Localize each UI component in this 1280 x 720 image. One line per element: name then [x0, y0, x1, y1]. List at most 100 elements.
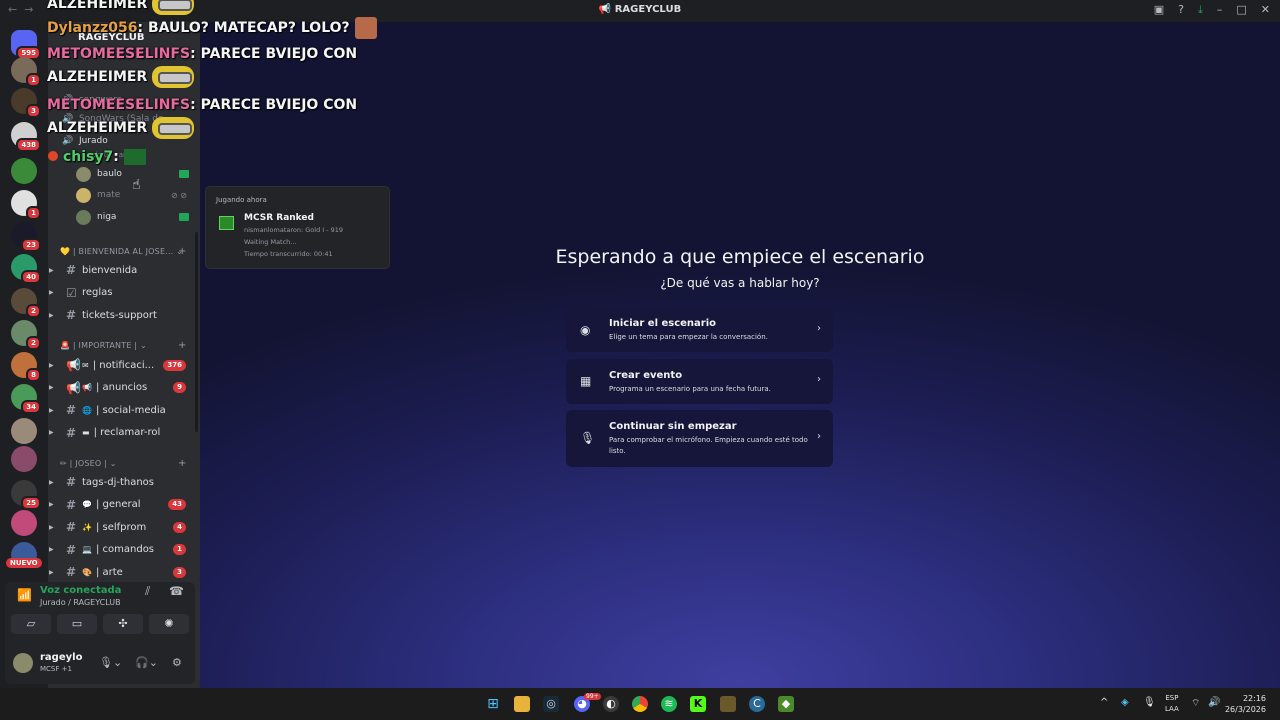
server-icon[interactable]: 25: [11, 480, 41, 510]
server-icon[interactable]: [11, 158, 37, 184]
channel-item[interactable]: ▶ # 💬 | general 43: [48, 495, 194, 515]
server-icon[interactable]: 23: [11, 222, 41, 252]
category-importante[interactable]: 🚨 | IMPORTANTE | ⌄ +: [60, 340, 186, 351]
tray-app-icon[interactable]: ◈: [1121, 697, 1129, 708]
server-icon[interactable]: 34: [11, 384, 41, 414]
voice-connected-channel[interactable]: Jurado / RAGEYCLUB: [40, 598, 121, 607]
chevron-right-icon: ›: [817, 323, 821, 334]
category-bienvenida[interactable]: 💛 | BIENVENIDA AL JOSE... ⌄ +: [60, 246, 186, 257]
wifi-icon[interactable]: ⌔: [1191, 697, 1200, 710]
signal-icon: 📶: [17, 588, 32, 602]
unread-count-badge: 9: [173, 382, 186, 394]
game-detail: nismanlomataron: Gold I - 919: [244, 226, 344, 234]
channel-type-icon: 📢: [66, 358, 81, 372]
server-icon[interactable]: 1: [11, 190, 41, 220]
channel-type-icon: #: [66, 542, 77, 557]
server-icon[interactable]: 438: [11, 122, 41, 152]
file-explorer-icon[interactable]: [514, 696, 530, 712]
category-joseo[interactable]: ✏ | JOSEO | ⌄ +: [60, 458, 186, 469]
channel-item[interactable]: ▶ 📢 📢 | anuncios 9: [48, 378, 194, 398]
minecraft-icon[interactable]: [720, 696, 736, 712]
avatar[interactable]: [13, 653, 33, 673]
channel-emoji-icon: 📢: [82, 383, 92, 393]
voice-user[interactable]: niga: [76, 207, 191, 227]
server-icon[interactable]: 40: [11, 254, 41, 284]
server-icon[interactable]: 2: [11, 320, 41, 350]
server-icon[interactable]: 8: [11, 352, 41, 382]
channel-item[interactable]: ▶ # ▬ | reclamar-rol: [48, 423, 194, 443]
continue-without-starting-button[interactable]: 🎙 Continuar sin empezar Para comprobar e…: [566, 410, 833, 467]
disconnect-icon[interactable]: ☎: [169, 584, 184, 598]
close-button[interactable]: ✕: [1261, 3, 1270, 17]
channel-item[interactable]: ▶ 📢 ✉ | notificaci... 376: [48, 355, 194, 375]
voice-connected-title[interactable]: Voz conectada: [40, 585, 121, 596]
channel-arrow-icon: ▶: [49, 384, 54, 392]
channel-item[interactable]: ▶ # tags-dj-thanos: [48, 472, 194, 492]
server-icon[interactable]: 1: [11, 57, 41, 87]
clock[interactable]: 22:16 26/3/2026: [1225, 693, 1266, 715]
screen-share-icon[interactable]: ▭: [57, 614, 97, 634]
chevron-right-icon: ›: [817, 374, 821, 385]
voice-actions: ▱ ▭ ✣ ✺: [11, 614, 189, 634]
add-channel-icon[interactable]: +: [178, 246, 187, 257]
steam-icon[interactable]: ◎: [543, 696, 559, 712]
sidebar-scrollbar[interactable]: [195, 232, 198, 432]
create-event-button[interactable]: ▦ Crear evento Programa un escenario par…: [566, 359, 833, 404]
server-icon[interactable]: 595: [11, 30, 41, 60]
help-icon[interactable]: ?: [1178, 3, 1184, 17]
channel-item[interactable]: ▶ # 🌐 | social-media: [48, 400, 194, 420]
volume-icon[interactable]: 🔊: [1208, 697, 1220, 708]
chevron-up-icon[interactable]: ^: [1100, 697, 1108, 708]
channel-name: | reclamar-rol: [93, 427, 161, 439]
window-controls: ▣ ? ⤓ – □ ✕: [1154, 3, 1270, 17]
channel-item[interactable]: ▶ # tickets-support: [48, 305, 194, 325]
new-badge: NUEVO: [6, 558, 42, 568]
channel-type-icon: #: [66, 475, 77, 489]
language-indicator[interactable]: ESP LAA: [1165, 693, 1179, 715]
channel-item[interactable]: ▶ # 🎨 | arte 3: [48, 562, 194, 582]
launcher-icon[interactable]: ◆: [778, 696, 794, 712]
obs-icon[interactable]: ◐: [603, 696, 619, 712]
channel-item[interactable]: ▶ # 💻 | comandos 1: [48, 540, 194, 560]
server-icon[interactable]: 2: [11, 288, 41, 318]
download-icon[interactable]: ⤓: [1198, 3, 1203, 17]
inbox-icon[interactable]: ▣: [1154, 3, 1164, 17]
server-badge: 34: [21, 400, 41, 414]
minimize-button[interactable]: –: [1217, 3, 1223, 17]
channel-item[interactable]: ▶ # bienvenida: [48, 260, 194, 280]
stage-area: Esperando a que empiece el escenario ¿De…: [200, 22, 1280, 688]
microphone-icon[interactable]: 🎙: [1143, 697, 1156, 708]
channel-emoji-icon: ✨: [82, 522, 92, 532]
channel-arrow-icon: ▶: [49, 289, 54, 297]
headphones-icon[interactable]: 🎧⌄: [135, 656, 158, 669]
mouse-cursor-icon: ☝: [132, 177, 141, 193]
channel-type-icon: #: [66, 403, 77, 418]
gear-icon[interactable]: ⚙: [172, 656, 182, 669]
add-channel-icon[interactable]: +: [178, 340, 187, 351]
app-icon[interactable]: C: [749, 696, 765, 712]
spotify-icon[interactable]: ≋: [661, 696, 677, 712]
maximize-button[interactable]: □: [1236, 3, 1246, 17]
server-icon[interactable]: [11, 418, 37, 444]
windows-start-icon[interactable]: ⊞: [485, 696, 501, 712]
microphone-icon[interactable]: 🎙⌄: [99, 656, 122, 669]
chrome-icon[interactable]: [632, 696, 648, 712]
server-badge: 2: [26, 336, 41, 350]
server-icon[interactable]: [11, 510, 37, 536]
soundboard-icon[interactable]: ✺: [149, 614, 189, 634]
server-icon[interactable]: [11, 446, 37, 472]
calendar-icon: ▦: [580, 374, 592, 388]
activities-icon[interactable]: ✣: [103, 614, 143, 634]
noise-suppression-icon[interactable]: ⫽: [145, 584, 150, 599]
start-stage-button[interactable]: ◉ Iniciar el escenario Elige un tema par…: [566, 308, 833, 352]
channel-arrow-icon: ▶: [49, 361, 54, 369]
kick-icon[interactable]: K: [690, 696, 706, 712]
channel-item[interactable]: ▶ ☑ reglas: [48, 283, 194, 303]
channel-name: tags-dj-thanos: [82, 476, 155, 488]
channel-emoji-icon: ▬: [82, 428, 90, 438]
channel-name: | general: [95, 499, 141, 511]
server-icon[interactable]: 3: [11, 88, 41, 118]
channel-item[interactable]: ▶ # ✨ | selfprom 4: [48, 517, 194, 537]
camera-off-icon[interactable]: ▱: [11, 614, 51, 634]
add-channel-icon[interactable]: +: [178, 458, 187, 469]
